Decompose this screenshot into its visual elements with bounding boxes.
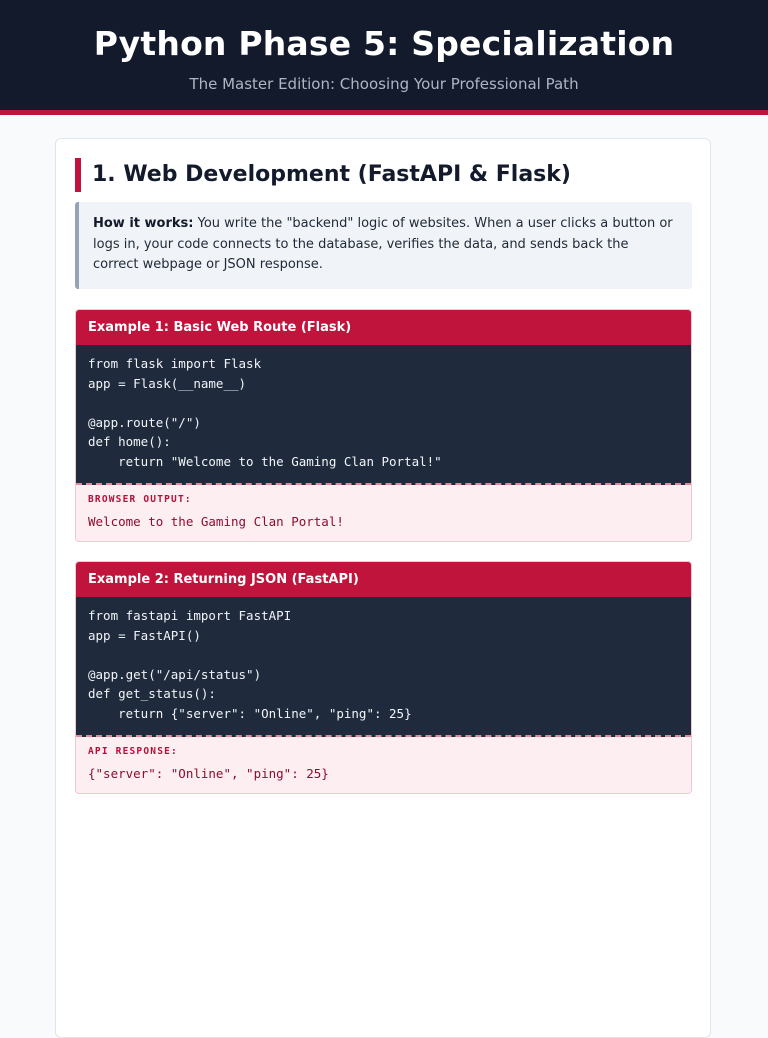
- output-box: API RESPONSE: {"server": "Online", "ping…: [76, 737, 691, 793]
- code-line: app = FastAPI(): [88, 627, 201, 643]
- section-title: 1. Web Development (FastAPI & Flask): [75, 158, 571, 192]
- output-value: {"server": "Online", "ping": 25}: [88, 766, 329, 781]
- page-title: Python Phase 5: Specialization: [93, 24, 675, 63]
- output-label: BROWSER OUTPUT:: [88, 494, 192, 505]
- code-block: from flask import Flask app = Flask(__na…: [76, 345, 691, 485]
- example-card-2: Example 2: Returning JSON (FastAPI) from…: [75, 561, 692, 794]
- output-box: BROWSER OUTPUT: Welcome to the Gaming Cl…: [76, 485, 691, 541]
- code-line: from fastapi import FastAPI: [88, 608, 292, 623]
- output-label: API RESPONSE:: [88, 746, 178, 757]
- info-box: How it works: You write the "backend" lo…: [75, 202, 692, 289]
- code-line: def home():: [88, 434, 171, 449]
- code-line: app = Flask(__name__): [88, 375, 247, 391]
- page-header: Python Phase 5: Specialization The Maste…: [0, 0, 768, 115]
- info-label: How it works:: [93, 216, 194, 231]
- code-line: @app.get("/api/status"): [88, 666, 262, 682]
- code-line: from flask import Flask: [88, 356, 262, 371]
- output-value: Welcome to the Gaming Clan Portal!: [88, 514, 344, 529]
- code-line: return "Welcome to the Gaming Clan Porta…: [88, 453, 442, 469]
- code-block: from fastapi import FastAPI app = FastAP…: [76, 597, 691, 737]
- content-card: 1. Web Development (FastAPI & Flask) How…: [55, 138, 711, 1038]
- example-card-1: Example 1: Basic Web Route (Flask) from …: [75, 309, 692, 542]
- code-line: @app.route("/"): [88, 414, 201, 430]
- code-line: return {"server": "Online", "ping": 25}: [88, 705, 412, 721]
- page-subtitle: The Master Edition: Choosing Your Profes…: [189, 75, 579, 93]
- example-title: Example 2: Returning JSON (FastAPI): [76, 562, 691, 597]
- example-title: Example 1: Basic Web Route (Flask): [76, 310, 691, 345]
- code-line: def get_status():: [88, 686, 216, 701]
